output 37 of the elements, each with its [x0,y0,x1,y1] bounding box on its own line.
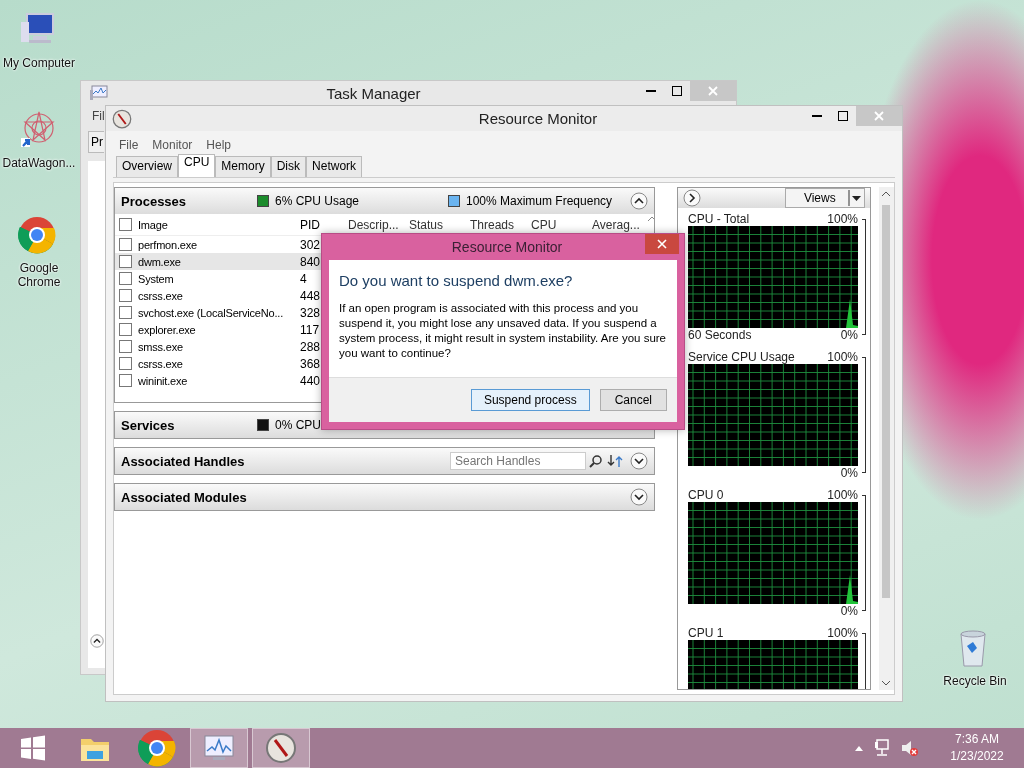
table-cell-text: 288 [300,339,322,354]
dialog-heading: Do you want to suspend dwm.exe? [339,272,574,289]
window-title: Resource Monitor [477,110,599,127]
axis-label: 0% [840,466,858,480]
cpu-usage-label: 6% CPU Usage [275,194,361,208]
window-title: Task Manager [325,84,422,102]
table-cell-text: 368 [300,356,322,371]
table-cell-text: smss.exe [138,340,184,353]
table-cell-text: csrss.exe [138,357,184,370]
axis-label: 100% [827,626,858,640]
graph-title: CPU 0 [688,488,724,502]
max-frequency-label: 100% Maximum Frequency [466,194,613,208]
dialog-message: If an open program is associated with this process and you suspend it, you might lose any unsaved data. If you suspend a system process, it might result in system instability. Are you sure you want to continue? [339,301,667,361]
table-cell-text: 302 [300,237,322,252]
table-cell-text: 117 [300,322,321,337]
table-cell-text: csrss.exe [138,289,184,302]
time-span-label: 60 Seconds [688,328,752,342]
graph-title: CPU - Total [688,212,750,226]
table-cell-text: perfmon.exe [138,238,198,251]
table-cell-text: 4 [300,271,308,286]
graph-title: CPU 1 [688,626,724,640]
cpu-usage-label: 0% CPU [275,418,321,432]
axis-label: 0% [840,604,858,618]
dialog-title: Resource Monitor [450,239,564,255]
table-cell-text: 440 [300,373,322,388]
table-cell-text: System [138,272,175,285]
table-cell-text: 448 [300,288,322,303]
graph-title: Service CPU Usage [688,350,795,364]
axis-label: 100% [827,488,858,502]
table-cell-text: 840 [300,254,322,269]
axis-label: 100% [827,350,858,364]
table-cell-text: wininit.exe [138,374,189,387]
table-cell-text: explorer.exe [138,323,197,336]
axis-label: 100% [827,212,858,226]
table-cell-text: svchost.exe (LocalServiceNo... [138,306,284,319]
table-cell-text: dwm.exe [138,255,182,268]
axis-label: 0% [840,328,858,342]
